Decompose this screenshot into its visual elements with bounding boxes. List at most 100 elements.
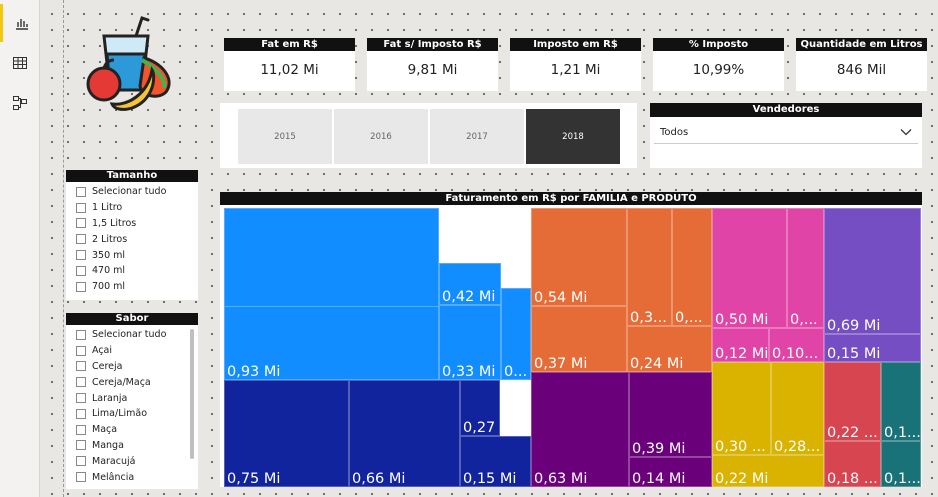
bar-chart-icon bbox=[15, 19, 28, 30]
treemap-cell-label: 0,28... bbox=[774, 439, 821, 455]
sabor-option[interactable]: Selecionar tudo bbox=[66, 327, 198, 343]
tamanho-list: Selecionar tudo 1 Litro 1,5 Litros 2 Litros… bbox=[66, 182, 198, 295]
treemap-cell[interactable]: 0,37 Mi bbox=[531, 306, 627, 372]
treemap-cell[interactable]: 0,22 Mi bbox=[712, 455, 824, 487]
treemap-cell-label: 0,42 Mi bbox=[442, 289, 496, 305]
treemap-cell[interactable]: 0,66 Mi bbox=[349, 380, 460, 487]
treemap-cell-label: 0,22 Mi bbox=[715, 471, 769, 487]
sabor-option[interactable]: Lima/Limão bbox=[66, 406, 198, 422]
year-tile[interactable]: 2015 bbox=[238, 109, 332, 164]
checkbox[interactable] bbox=[76, 361, 86, 372]
treemap-cell-label: 0,1... bbox=[884, 471, 920, 487]
treemap-cell[interactable]: 0,1... bbox=[881, 441, 921, 487]
tamanho-option[interactable]: 700 ml bbox=[66, 279, 198, 295]
checkbox[interactable] bbox=[76, 377, 86, 388]
sabor-scrollbar[interactable] bbox=[190, 329, 194, 459]
treemap-cell-label: 0,75 Mi bbox=[227, 471, 281, 487]
checkbox[interactable] bbox=[76, 472, 86, 483]
tamanho-option[interactable]: 470 ml bbox=[66, 263, 198, 279]
treemap-cell[interactable]: 0,18 ... bbox=[824, 441, 881, 487]
sabor-option[interactable]: Cereja bbox=[66, 359, 198, 375]
treemap-cell[interactable]: 0,24 Mi bbox=[627, 326, 712, 372]
treemap-cell-label: 0,15 Mi bbox=[463, 471, 517, 487]
chevron-down-icon bbox=[900, 129, 912, 136]
checkbox[interactable] bbox=[76, 393, 86, 404]
sabor-option[interactable]: Cereja/Maça bbox=[66, 374, 198, 390]
treemap-cell[interactable]: 0,27 Mi bbox=[460, 380, 500, 436]
treemap-cell[interactable]: 0,15 Mi bbox=[460, 436, 531, 487]
canvas-edge bbox=[63, 0, 64, 497]
checkbox[interactable] bbox=[76, 281, 86, 292]
treemap-cell[interactable]: 0,10... bbox=[769, 328, 824, 362]
tamanho-option[interactable]: 1,5 Litros bbox=[66, 216, 198, 232]
treemap-cell[interactable]: 0,15 Mi bbox=[824, 334, 921, 362]
tamanho-option[interactable]: 350 ml bbox=[66, 247, 198, 263]
tamanho-option[interactable]: Selecionar tudo bbox=[66, 184, 198, 200]
treemap-cell[interactable]: 0,93 Mi bbox=[224, 306, 439, 380]
checkbox[interactable] bbox=[76, 250, 86, 261]
treemap-cell[interactable]: 0,33 Mi bbox=[439, 305, 501, 380]
treemap-cell[interactable]: 0,... bbox=[787, 208, 824, 328]
year-tile-selected[interactable]: 2018 bbox=[526, 109, 620, 164]
view-rail bbox=[0, 0, 40, 497]
tamanho-option-label: 1,5 Litros bbox=[92, 217, 137, 229]
checkbox[interactable] bbox=[76, 202, 86, 213]
kpi-percent-imposto: % Imposto 10,99% bbox=[653, 38, 784, 91]
treemap-cell-label: 0,63 Mi bbox=[534, 471, 588, 487]
checkbox[interactable] bbox=[76, 329, 86, 340]
treemap-cell[interactable]: 0,75 Mi bbox=[224, 380, 349, 487]
treemap-cell-label: 0,1... bbox=[884, 425, 920, 441]
checkbox[interactable] bbox=[76, 424, 86, 435]
sabor-option[interactable]: Açai bbox=[66, 343, 198, 359]
treemap-cell[interactable]: 0,... bbox=[672, 208, 712, 326]
checkbox[interactable] bbox=[76, 234, 86, 245]
sabor-option[interactable]: Maracujá bbox=[66, 453, 198, 469]
tamanho-option[interactable]: 1 Litro bbox=[66, 200, 198, 216]
treemap-cell[interactable]: 0,69 Mi bbox=[824, 208, 921, 334]
sabor-option-label: Maça bbox=[92, 424, 118, 436]
kpi-value: 1,21 Mi bbox=[550, 62, 601, 78]
kpi-fat-total: Fat em R$ 11,02 Mi bbox=[224, 38, 355, 91]
treemap-cell[interactable]: 0,42 Mi bbox=[439, 263, 501, 305]
sabor-option[interactable]: Laranja bbox=[66, 390, 198, 406]
tamanho-option[interactable]: 2 Litros bbox=[66, 231, 198, 247]
checkbox[interactable] bbox=[76, 440, 86, 451]
treemap-cell[interactable]: 0,28... bbox=[771, 362, 824, 455]
kpi-value: 9,81 Mi bbox=[407, 62, 458, 78]
treemap-cell[interactable]: 0... bbox=[501, 288, 531, 380]
treemap-cell[interactable]: 0,3... bbox=[627, 208, 672, 326]
treemap-cell[interactable]: 0,12 Mi bbox=[712, 328, 769, 362]
checkbox[interactable] bbox=[76, 186, 86, 197]
treemap-cell[interactable]: 0,30 ... bbox=[712, 362, 771, 455]
treemap-cell-label: 0,... bbox=[790, 312, 818, 328]
sabor-option[interactable]: Melância bbox=[66, 469, 198, 485]
checkbox[interactable] bbox=[76, 456, 86, 467]
checkbox[interactable] bbox=[76, 218, 86, 229]
treemap-cell[interactable]: 0,54 Mi bbox=[531, 208, 627, 306]
sabor-option[interactable]: Manga bbox=[66, 438, 198, 454]
tamanho-option-label: Selecionar tudo bbox=[92, 186, 167, 198]
kpi-title: Imposto em R$ bbox=[510, 38, 641, 51]
treemap-cell[interactable]: 0,22 ... bbox=[824, 362, 881, 441]
treemap-cell[interactable]: 0,14 Mi bbox=[629, 457, 712, 487]
model-view-button[interactable] bbox=[0, 84, 40, 122]
checkbox[interactable] bbox=[76, 265, 86, 276]
year-tile[interactable]: 2016 bbox=[334, 109, 428, 164]
data-view-button[interactable] bbox=[0, 44, 40, 82]
year-tile[interactable]: 2017 bbox=[430, 109, 524, 164]
sabor-option[interactable]: Maça bbox=[66, 422, 198, 438]
treemap-cell[interactable]: 0,50 Mi bbox=[712, 208, 787, 328]
treemap-cell-label: 0,37 Mi bbox=[534, 356, 588, 372]
treemap-cell-label: 0,93 Mi bbox=[227, 364, 281, 380]
tamanho-option-label: 350 ml bbox=[92, 249, 126, 261]
treemap-cell[interactable]: 0,39 Mi bbox=[629, 372, 712, 457]
treemap-cell[interactable]: 0,63 Mi bbox=[531, 372, 629, 487]
checkbox[interactable] bbox=[76, 345, 86, 356]
vendedores-dropdown[interactable]: Todos bbox=[654, 122, 918, 144]
treemap-cell-label: 0,24 Mi bbox=[630, 356, 684, 372]
sabor-option-label: Açai bbox=[92, 345, 113, 357]
tamanho-option-label: 700 ml bbox=[92, 281, 126, 293]
treemap-cell[interactable]: 0,1... bbox=[881, 362, 921, 441]
checkbox[interactable] bbox=[76, 408, 86, 419]
report-view-button[interactable] bbox=[0, 4, 40, 42]
